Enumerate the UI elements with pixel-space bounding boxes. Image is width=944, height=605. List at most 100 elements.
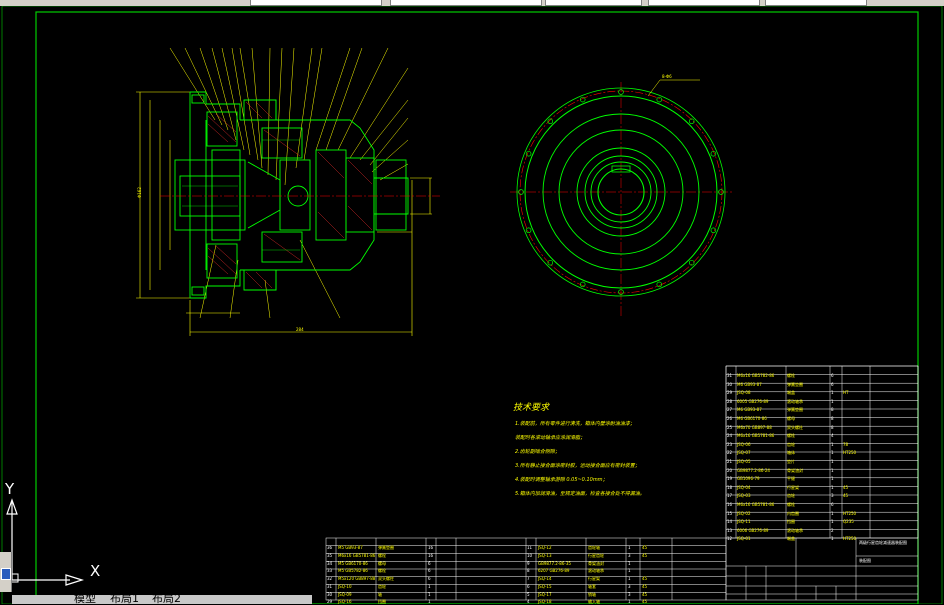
bom-cell: 32	[327, 576, 333, 581]
bom-cell: 78	[843, 441, 849, 447]
bom-cell: HT	[843, 390, 849, 396]
bom-cell: M6x16 GB5781-86	[737, 433, 775, 439]
bom-cell: 骨架油封	[787, 467, 803, 473]
bom-cell: 17	[727, 493, 733, 499]
section-hatch	[207, 101, 373, 289]
bom-cell: JSQ-08	[737, 390, 751, 396]
bom-cell: M6 GB93-87	[737, 381, 762, 387]
bom-cell: 1	[628, 560, 631, 566]
tech-line: 3.所有静止接合面涂密封胶，运动接合面应有密封装置；	[515, 463, 640, 469]
bom-cell: 1	[831, 510, 834, 516]
bom-cell: 22	[727, 450, 733, 456]
bom-cell: 齿轮	[378, 583, 386, 589]
bom-cell: M5 GB93-87	[338, 545, 363, 550]
front-view[interactable]: 8-Φ6	[510, 74, 732, 318]
bom-cell: 销轴	[588, 591, 596, 597]
bom-cell: 6	[831, 373, 834, 378]
bom-cell: 35	[327, 552, 333, 558]
bom-cell: 6006 GB276-89	[737, 527, 769, 533]
bom-cell: 8	[831, 424, 834, 430]
bom-cell: 6	[428, 568, 431, 574]
bom-cell: JSQ-03	[737, 493, 751, 499]
bom-cell: GB9877.2-86-24	[737, 467, 770, 473]
bom-cell: 36	[327, 545, 333, 550]
bom-cell: 螺母	[378, 560, 386, 566]
bom-cell: 端盖	[787, 536, 795, 542]
bom-cell: 1	[628, 545, 631, 550]
bom-cell: 28	[727, 398, 733, 404]
bom-cell: 螺栓	[787, 433, 795, 439]
bom-cell: 13	[727, 527, 733, 533]
bom-cell: 滚动轴承	[787, 398, 803, 404]
bom-cell: M6x16 GB5781-86	[737, 502, 775, 507]
bom-cell: JSQ-14	[538, 576, 552, 581]
tab-layout2[interactable]: 布局2	[150, 593, 183, 604]
bom-cell: 1	[428, 583, 431, 589]
title-block[interactable]	[725, 537, 919, 601]
bom-cell: 16	[428, 545, 434, 550]
title-block-drawing-no: 装配图	[859, 558, 871, 563]
bom-cell: M6 GB6170-86	[737, 416, 767, 421]
section-hatch-green	[182, 139, 300, 251]
bolt-hole	[710, 227, 717, 234]
drawing-canvas[interactable]: 8-Φ6	[0, 6, 944, 604]
part-outlines	[174, 91, 409, 299]
bolt-hole	[656, 281, 663, 288]
bom-cell: 25	[727, 424, 733, 430]
bom-cell: 双头螺柱	[787, 424, 803, 430]
bom-cell: 4	[831, 433, 834, 439]
bom-cell: 滚动轴承	[787, 527, 803, 533]
bom-cell: 行星架	[588, 576, 600, 581]
bom-cell: M6 GB93-87	[737, 407, 762, 413]
bom-cell: M5x120 GB897-88	[338, 576, 376, 581]
bom-cell: 23	[727, 441, 733, 447]
bom-cell: 26	[727, 416, 733, 421]
bom-cell: 6005 GB276-89	[737, 398, 769, 404]
tab-model[interactable]: 模型	[72, 593, 98, 604]
bom-cell: 33	[327, 568, 333, 574]
bom-cell: JSQ-07	[737, 450, 751, 456]
tab-layout1[interactable]: 布局1	[108, 593, 141, 604]
bom-cell: JSQ-10	[338, 583, 352, 589]
bom-cell: 6	[428, 560, 431, 566]
bom-cell: M5 GB5782-86	[338, 568, 368, 574]
bom-cell: 3	[831, 493, 834, 499]
bom-cell: 45	[642, 576, 648, 581]
bom-cell: 螺栓	[787, 373, 795, 378]
bom-cell: JSQ-09	[338, 591, 352, 597]
bom-cell: 螺母	[787, 416, 795, 421]
bom-cell: 齿轮轴	[588, 545, 600, 550]
bom-cell: 45	[642, 545, 648, 550]
bom-cell: HT250	[843, 510, 857, 516]
toolbar-button[interactable]	[1, 568, 11, 580]
bom-cell: 45	[843, 493, 849, 499]
bom-cell: 18	[727, 484, 733, 490]
bom-cell: 垫片	[787, 459, 795, 464]
bom-cell: 16	[428, 552, 434, 558]
section-view[interactable]	[136, 47, 440, 336]
tech-line: 装配时各滚动轴承应涂润滑脂；	[515, 435, 586, 441]
ucs-x-label: X	[90, 562, 101, 580]
bom-table-right[interactable]	[725, 365, 919, 539]
bom-cell: 19	[727, 476, 733, 482]
bom-cell: 行星架	[787, 484, 799, 490]
bom-cell: 1	[831, 390, 834, 396]
ucs-y-label: Y	[5, 480, 15, 498]
bom-cell: 9	[527, 560, 530, 566]
bom-cell: 5	[527, 591, 530, 597]
bom-cell: 轴	[378, 591, 382, 597]
bom-cell: JSQ-05	[737, 459, 751, 464]
bom-cell: 34	[327, 560, 333, 566]
bom-cell: 平键	[787, 476, 795, 482]
bom-cell: 螺栓	[378, 568, 386, 574]
bom-cell: 1	[831, 484, 834, 490]
tech-line: 1.装配前，所有零件进行清洗，箱体内壁涂耐油油漆；	[515, 421, 635, 427]
bom-cell: 端盖	[787, 390, 795, 396]
bom-cell: 弹簧垫圈	[787, 407, 803, 413]
bom-cell: HT250	[843, 450, 857, 456]
bolt-hole	[656, 96, 663, 103]
bom-cell: 1	[831, 467, 834, 473]
bom-cell: 1	[831, 519, 834, 525]
dim-flange-dia: Φ162	[136, 187, 142, 198]
bom-cell: M5 GB6170-86	[338, 560, 368, 566]
